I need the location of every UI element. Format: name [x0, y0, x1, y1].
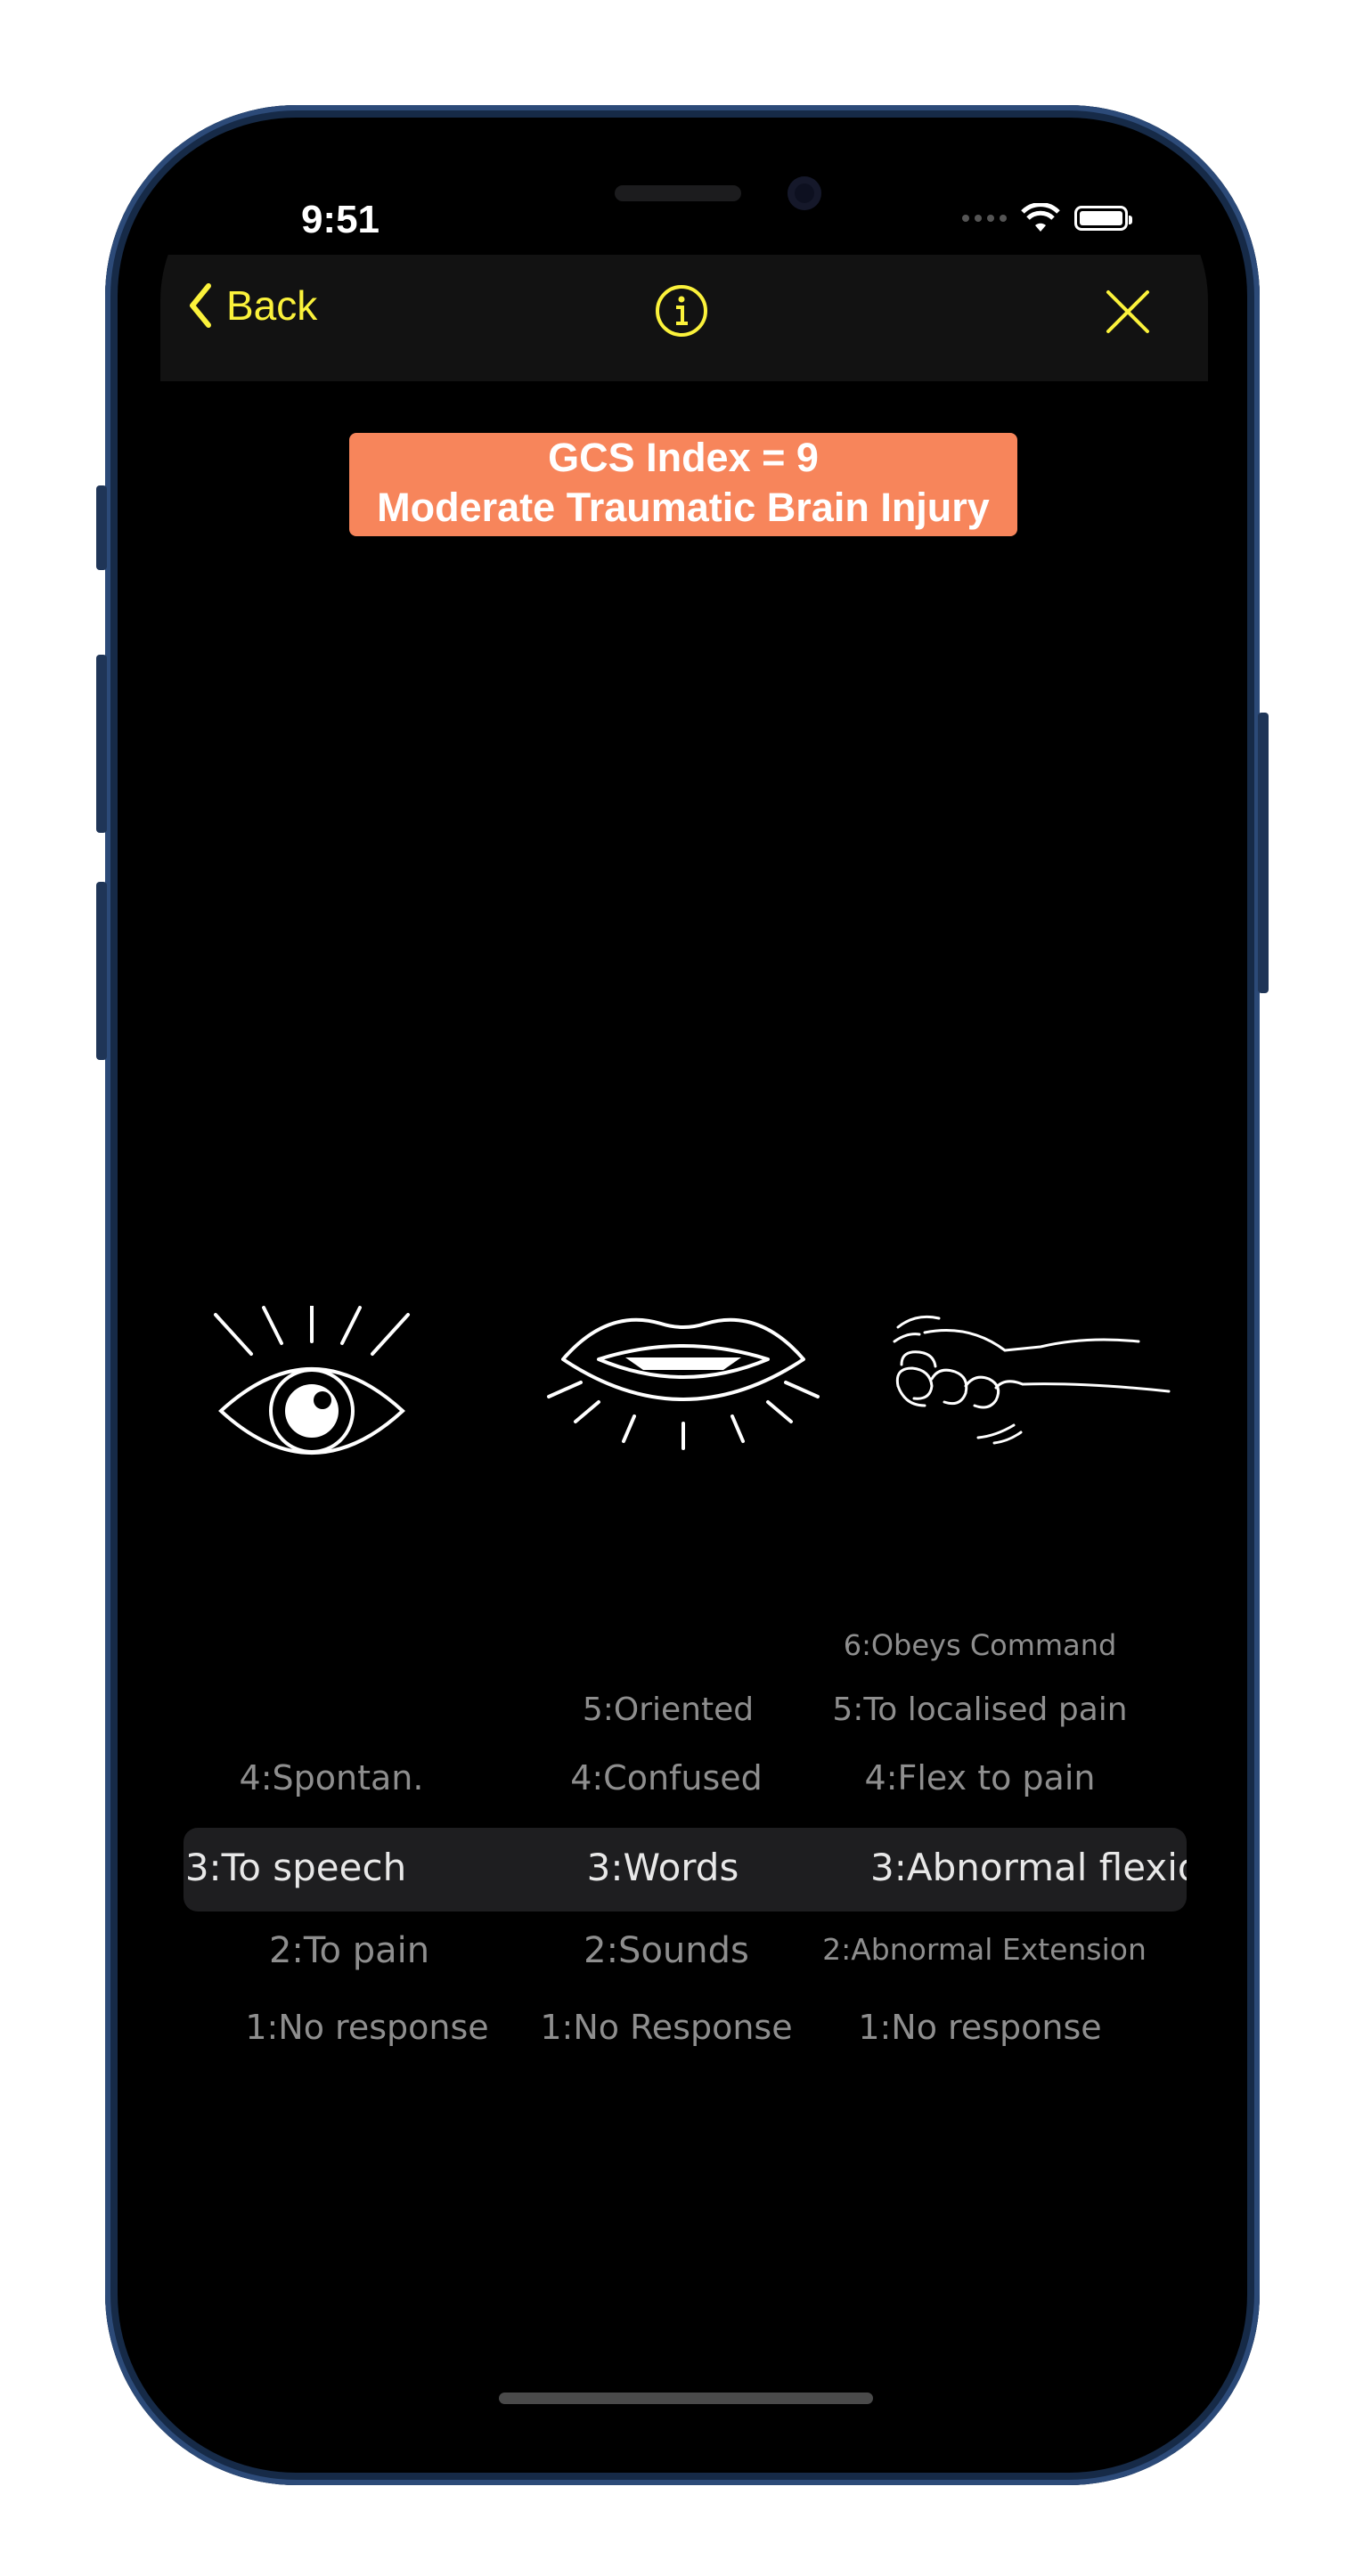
gcs-index-text: GCS Index = 9	[548, 435, 819, 480]
picker-option-motor-5[interactable]: 5:To localised pain	[811, 1692, 1149, 1728]
picker-option-motor-2[interactable]: 2:Abnormal Extension	[811, 1932, 1158, 1967]
speaker	[615, 185, 741, 201]
silent-switch	[96, 485, 107, 570]
info-button[interactable]	[654, 283, 709, 343]
front-camera	[788, 176, 821, 210]
back-label: Back	[226, 282, 318, 329]
home-indicator[interactable]	[499, 2393, 873, 2404]
cellular-signal-icon	[962, 215, 1007, 222]
eye-icon	[205, 1304, 419, 1462]
close-button[interactable]	[1105, 289, 1151, 339]
picker-option-verbal-2[interactable]: 2:Sounds	[533, 1930, 800, 1971]
picker-option-motor-3-selected[interactable]: 3:Abnormal flexion	[870, 1846, 1187, 1889]
picker-option-eye-4[interactable]: 4:Spontan.	[216, 1758, 447, 1797]
picker-option-verbal-1[interactable]: 1:No Response	[533, 2008, 800, 2047]
picker-option-verbal-5[interactable]: 5:Oriented	[535, 1692, 802, 1728]
hand-icon	[889, 1306, 1174, 1462]
gcs-category-icons	[160, 1304, 1208, 1484]
picker-option-verbal-4[interactable]: 4:Confused	[533, 1758, 800, 1797]
status-time: 9:51	[300, 198, 380, 241]
chevron-left-icon	[190, 283, 211, 328]
gcs-result-banner: GCS Index = 9 Moderate Traumatic Brain I…	[349, 433, 1017, 536]
battery-icon	[1074, 206, 1132, 231]
volume-up-button	[96, 655, 107, 833]
picker-option-motor-6[interactable]: 6:Obeys Command	[811, 1628, 1149, 1662]
picker-option-eye-1[interactable]: 1:No response	[233, 2008, 501, 2047]
picker-option-eye-2[interactable]: 2:To pain	[233, 1930, 465, 1971]
picker-option-verbal-3-selected[interactable]: 3:Words	[529, 1846, 796, 1889]
wifi-icon	[1021, 203, 1060, 232]
power-button	[1258, 713, 1269, 993]
screen: 9:51 Back GCS Index = 9 Moderate Traumat…	[160, 159, 1208, 2450]
status-icons	[962, 203, 1132, 233]
picker-option-motor-4[interactable]: 4:Flex to pain	[811, 1758, 1149, 1797]
picker-option-eye-3-selected[interactable]: 3:To speech	[180, 1846, 412, 1889]
notch	[403, 159, 966, 246]
volume-down-button	[96, 882, 107, 1060]
mouth-icon	[545, 1306, 821, 1462]
injury-severity-text: Moderate Traumatic Brain Injury	[377, 485, 990, 530]
picker-option-motor-1[interactable]: 1:No response	[811, 2008, 1149, 2047]
info-circle-icon	[656, 285, 707, 337]
back-button[interactable]: Back	[187, 281, 317, 330]
navigation-bar: Back	[160, 255, 1208, 381]
close-icon	[1106, 290, 1149, 333]
